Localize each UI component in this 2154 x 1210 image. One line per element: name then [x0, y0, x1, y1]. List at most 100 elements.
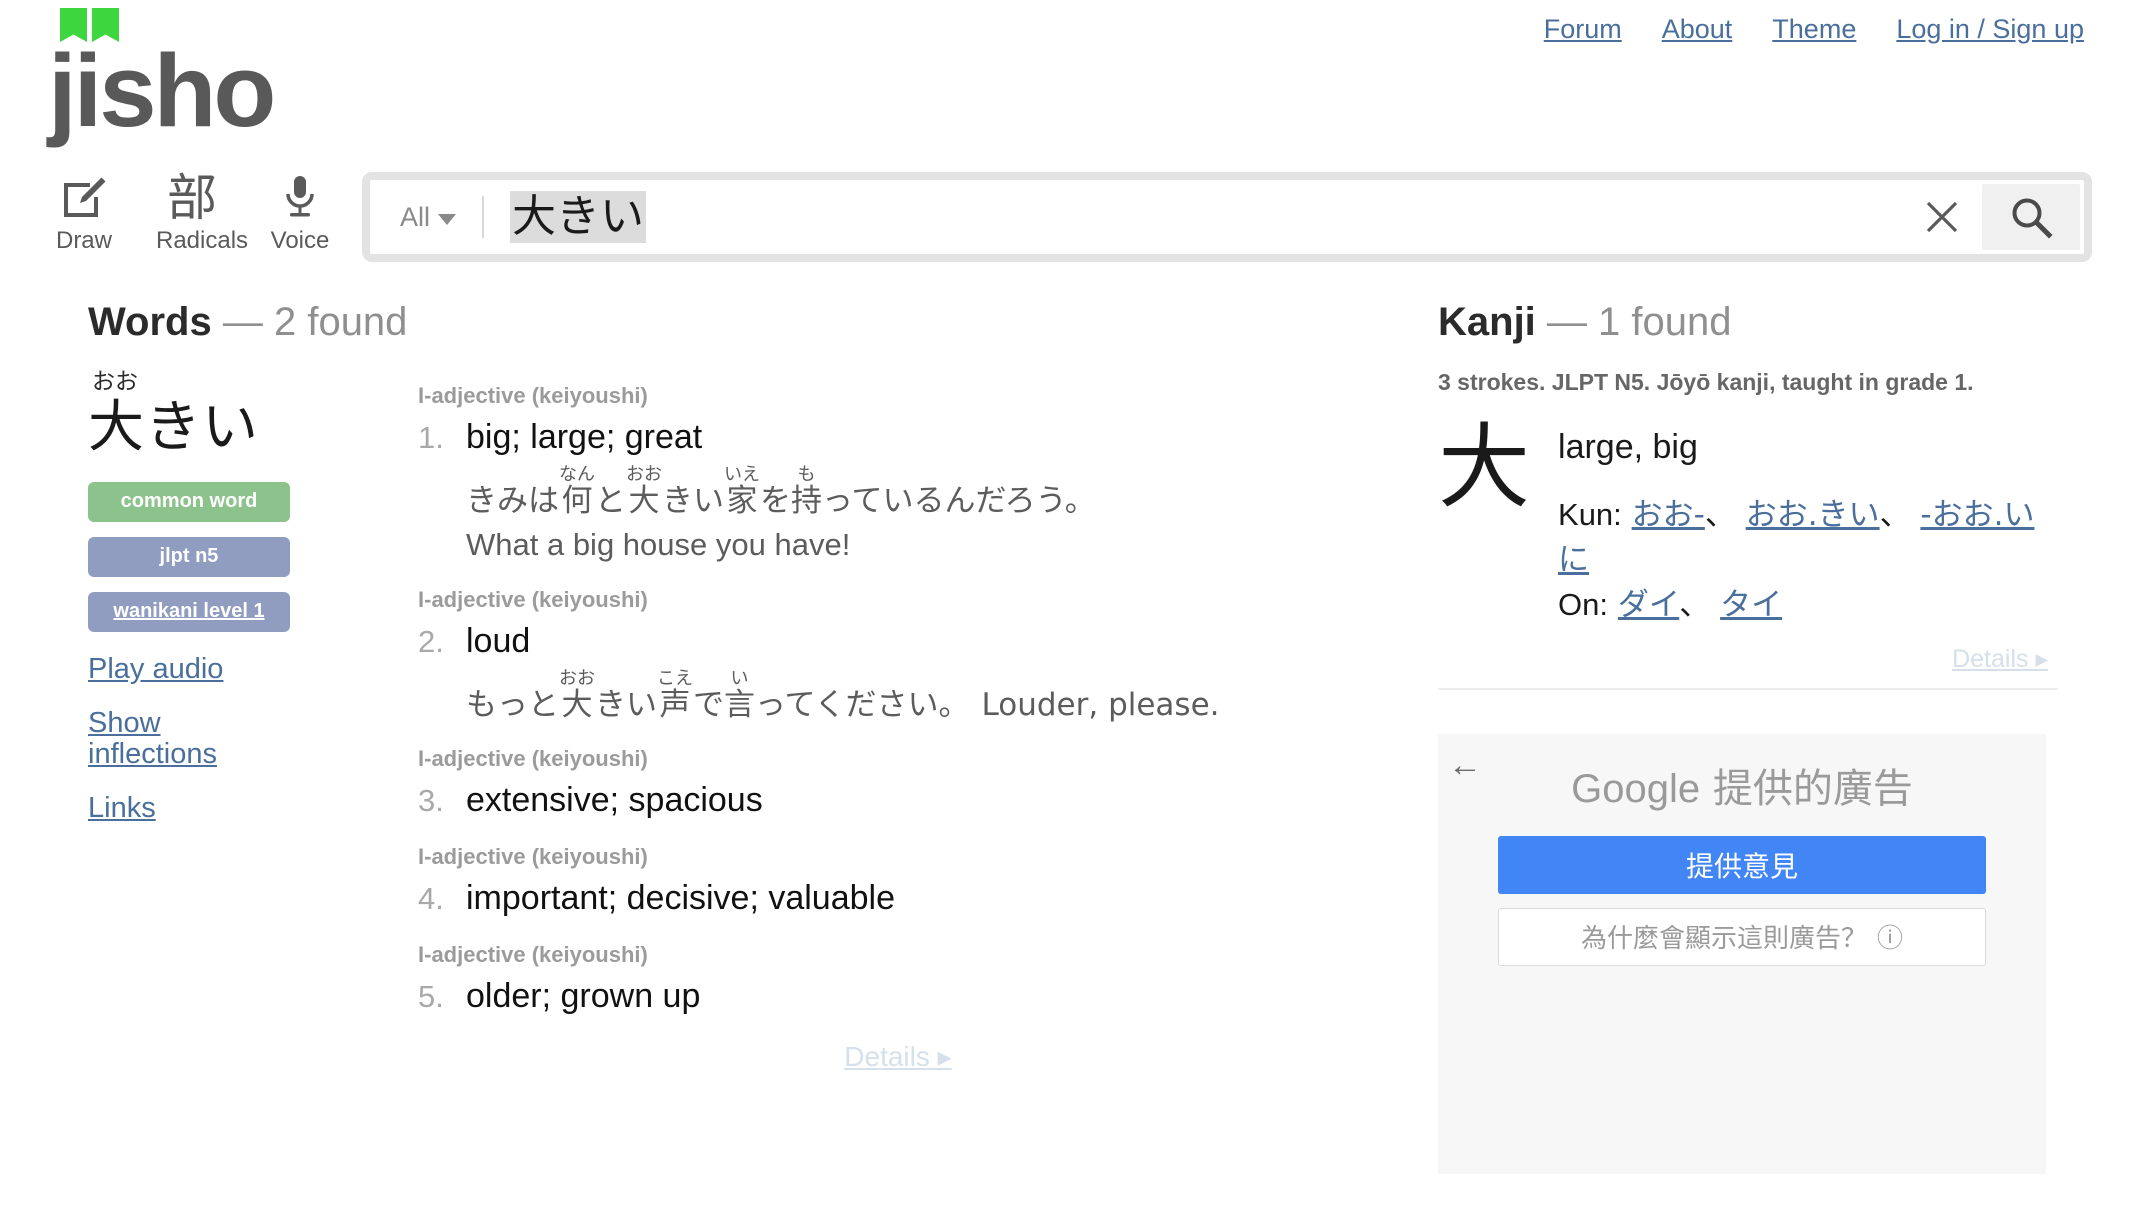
- kanji-count-label: 1 found: [1598, 300, 1732, 344]
- search-icon: [2012, 198, 2053, 239]
- example-furigana: も: [797, 464, 816, 485]
- example-english: What a big house you have!: [466, 527, 851, 563]
- kanji-column: Kanji — 1 found 3 strokes. JLPT N5. Jōyō…: [1438, 300, 2058, 1174]
- sense-item: I-adjective (keiyoushi) 4. important; de…: [418, 844, 1378, 918]
- kanji-meta-info: 3 strokes. JLPT N5. Jōyō kanji, taught i…: [1438, 369, 1974, 395]
- word-headword[interactable]: 大きい: [88, 396, 418, 460]
- play-audio-link[interactable]: Play audio: [88, 653, 268, 684]
- ad-title-brand: Google: [1571, 766, 1701, 811]
- badge-wanikani[interactable]: wanikani level 1: [88, 591, 290, 632]
- sense-definition: important; decisive; valuable: [466, 878, 896, 917]
- show-inflections-link[interactable]: Show inflections: [88, 708, 268, 769]
- words-heading-dash: —: [222, 300, 263, 344]
- links-link[interactable]: Links: [88, 793, 268, 824]
- kanji-character[interactable]: 大: [1438, 418, 1530, 514]
- search-submit-button[interactable]: [1982, 184, 2080, 250]
- chevron-down-icon: [438, 213, 457, 225]
- reading-separator: 、: [1879, 497, 1911, 533]
- sense-number: 3.: [418, 782, 444, 818]
- example-segment: ってください。: [755, 687, 970, 724]
- kanji-info: large, big Kun: おお-、 おお.きい、 -おお.いに On: ダ…: [1558, 418, 2058, 628]
- example-segment: もっと: [466, 687, 559, 724]
- kanji-section-heading: Kanji — 1 found: [1438, 300, 2058, 345]
- kun-label: Kun:: [1558, 497, 1622, 532]
- close-icon: [1926, 201, 1958, 233]
- words-column: Words — 2 found おお 大きい common word jlpt …: [88, 300, 1378, 1073]
- example-segment: 家: [726, 482, 758, 519]
- nav-link-theme[interactable]: Theme: [1772, 14, 1856, 45]
- search-row: Draw 部 Radicals Voice All 大きい: [0, 168, 2154, 278]
- sense-part-of-speech: I-adjective (keiyoushi): [418, 843, 648, 869]
- draw-pencil-icon: [48, 172, 120, 224]
- example-segment: を: [760, 482, 791, 519]
- on-label: On:: [1558, 586, 1608, 622]
- back-arrow-icon[interactable]: ←: [1448, 748, 1482, 782]
- reading-separator: 、: [1679, 586, 1711, 623]
- words-section-heading: Words — 2 found: [88, 300, 1378, 345]
- words-heading-label: Words: [88, 300, 212, 344]
- page-header: jisho Forum About Theme Log in / Sign up: [0, 0, 2154, 160]
- word-entry: おお 大きい common word jlpt n5 wanikani leve…: [88, 369, 1378, 1073]
- sense-number: 5.: [418, 978, 444, 1014]
- kanji-details-link-wrap: Details ▸: [1438, 644, 2058, 674]
- kanji-meaning: large, big: [1558, 428, 1698, 466]
- sense-example: きみは なん何 とおお大 きい いえ家 をも持 っているんだろう。 What a b…: [466, 465, 1378, 563]
- ad-title: Google 提供的廣告: [1438, 734, 2046, 814]
- voice-tool-button[interactable]: Voice: [264, 172, 336, 255]
- advertisement-panel: ← Google 提供的廣告 提供意見 為什麼會顯示這則廣告？ ⓘ: [1438, 733, 2046, 1174]
- sense-part-of-speech: I-adjective (keiyoushi): [418, 587, 648, 613]
- word-details-link[interactable]: Details ▸: [418, 1040, 1378, 1073]
- radicals-tool-button[interactable]: 部 Radicals: [156, 169, 248, 255]
- example-furigana: おお: [626, 464, 662, 485]
- reading-separator: 、: [1704, 497, 1736, 533]
- on-reading-link[interactable]: ダイ: [1618, 587, 1679, 623]
- sense-part-of-speech: I-adjective (keiyoushi): [418, 383, 648, 408]
- ad-feedback-button[interactable]: 提供意見: [1498, 835, 1986, 894]
- site-logo[interactable]: jisho: [48, 8, 338, 148]
- draw-tool-button[interactable]: Draw: [48, 172, 120, 255]
- example-segment: 声: [659, 687, 691, 724]
- badge-jlpt-label: jlpt n5: [159, 544, 219, 567]
- example-segment: 大: [628, 482, 660, 519]
- kanji-divider: [1438, 687, 2058, 690]
- word-furigana: おお: [92, 369, 138, 395]
- sense-part-of-speech: I-adjective (keiyoushi): [418, 941, 648, 967]
- sense-part-of-speech: I-adjective (keiyoushi): [418, 745, 648, 771]
- search-input[interactable]: 大きい: [484, 180, 1902, 254]
- logo-wordmark: jisho: [48, 33, 276, 148]
- sense-number: 1.: [418, 420, 444, 455]
- example-segment: っているんだろう。: [822, 482, 1096, 519]
- words-count-label: 2 found: [273, 300, 408, 344]
- kun-reading-link[interactable]: おお.きい: [1746, 497, 1880, 533]
- ad-title-rest: 提供的廣告: [1700, 765, 1913, 812]
- radicals-icon: 部: [167, 169, 217, 227]
- sense-definition: older; grown up: [466, 976, 701, 1015]
- sense-item: I-adjective (keiyoushi) 5. older; grown …: [418, 942, 1378, 1016]
- example-segment: 何: [561, 482, 593, 519]
- badge-jlpt: jlpt n5: [88, 536, 290, 577]
- microphone-icon: [264, 172, 336, 224]
- nav-link-about[interactable]: About: [1662, 14, 1733, 45]
- example-segment: 大: [561, 687, 593, 724]
- kanji-kun-readings: Kun: おお-、 おお.きい、 -おお.いに: [1558, 493, 2058, 583]
- example-segment: 持: [791, 482, 822, 519]
- search-scope-dropdown[interactable]: All: [370, 180, 482, 254]
- on-reading-link[interactable]: タイ: [1720, 587, 1782, 623]
- search-box: All 大きい: [362, 172, 2092, 262]
- sense-definition: loud: [466, 622, 531, 661]
- example-segment: きい: [595, 687, 657, 724]
- nav-link-forum[interactable]: Forum: [1544, 14, 1622, 45]
- clear-search-button[interactable]: [1902, 180, 1982, 254]
- ad-why-this-ad-button[interactable]: 為什麼會顯示這則廣告？ ⓘ: [1498, 907, 1986, 966]
- kanji-details-link[interactable]: Details ▸: [1952, 645, 2048, 673]
- example-segment: で: [693, 687, 724, 724]
- badge-wanikani-label[interactable]: wanikani level 1: [113, 600, 264, 622]
- example-segment: 言: [724, 687, 755, 724]
- input-tools: Draw 部 Radicals Voice: [48, 172, 336, 255]
- kun-reading-link[interactable]: おお-: [1632, 497, 1705, 533]
- sense-number: 2.: [418, 624, 444, 660]
- nav-link-login-signup[interactable]: Log in / Sign up: [1896, 14, 2084, 45]
- example-japanese: きみは なん何 とおお大 きい いえ家 をも持 っているんだろう。: [466, 465, 1378, 517]
- draw-tool-label: Draw: [55, 227, 112, 254]
- sense-example: もっと おお大 きい こえ声 でい言 ってください。 Louder, please.: [466, 669, 1378, 721]
